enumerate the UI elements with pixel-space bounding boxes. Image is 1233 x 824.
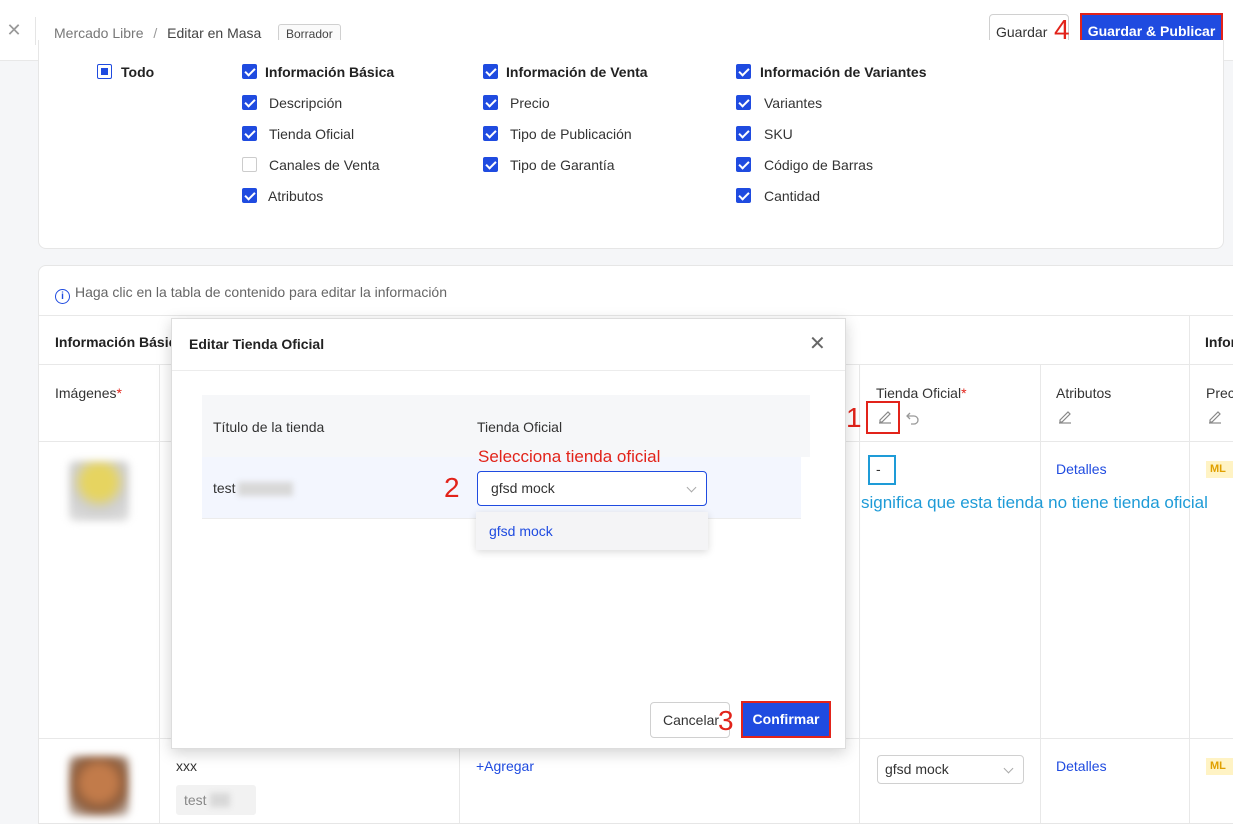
- checkbox-sku[interactable]: [736, 126, 751, 141]
- label-basic-info: Información Básica: [265, 64, 395, 80]
- breadcrumb: Mercado Libre / Editar en Masa: [54, 25, 261, 41]
- label-barcode: Código de Barras: [764, 157, 873, 173]
- blurred-text: [210, 793, 230, 807]
- hint-text: Haga clic en la tabla de contenido para …: [75, 284, 448, 300]
- column-divider: [1189, 315, 1190, 823]
- checkbox-description[interactable]: [242, 95, 257, 110]
- store-title: test: [213, 480, 236, 496]
- label-quantity: Cantidad: [764, 188, 821, 204]
- product-image[interactable]: [69, 461, 129, 521]
- breadcrumb-current: Editar en Masa: [167, 25, 262, 41]
- annotation-dash-box: [868, 455, 896, 485]
- label-listing-type: Tipo de Publicación: [510, 126, 632, 142]
- column-divider: [859, 364, 860, 823]
- label-attributes: Atributos: [268, 188, 324, 204]
- checkbox-sale-info[interactable]: [483, 64, 498, 79]
- checkbox-variant-info[interactable]: [736, 64, 751, 79]
- dropdown-option[interactable]: gfsd mock: [476, 512, 708, 550]
- product-image[interactable]: [69, 756, 129, 816]
- label-sku: SKU: [764, 126, 793, 142]
- product-title[interactable]: xxx: [176, 758, 197, 774]
- column-attributes: Atributos: [1056, 385, 1112, 401]
- label-official-store: Tienda Oficial: [269, 126, 355, 142]
- breadcrumb-root[interactable]: Mercado Libre: [54, 25, 144, 41]
- label-variants: Variantes: [764, 95, 823, 111]
- group-header-basic: Información Básica: [55, 334, 185, 350]
- chevron-down-icon: [1003, 763, 1014, 774]
- modal-title: Editar Tienda Oficial: [189, 336, 325, 352]
- store-tag-text: test: [184, 792, 207, 808]
- annotation-step-2: 2: [444, 472, 460, 503]
- column-divider: [1040, 364, 1041, 823]
- checkbox-barcode[interactable]: [736, 157, 751, 172]
- checkbox-listing-type[interactable]: [483, 126, 498, 141]
- add-link[interactable]: +Agregar: [476, 758, 534, 774]
- official-store-select-value: gfsd mock: [885, 761, 949, 777]
- details-link[interactable]: Detalles: [1056, 461, 1107, 477]
- checkbox-quantity[interactable]: [736, 188, 751, 203]
- chevron-down-icon: [686, 482, 697, 493]
- label-warranty-type: Tipo de Garantía: [510, 157, 615, 173]
- info-icon: i: [55, 289, 70, 304]
- official-store-select[interactable]: gfsd mock: [877, 755, 1024, 784]
- group-header-sale: Información de Venta: [1205, 334, 1233, 350]
- ml-tag: ML: [1206, 461, 1233, 478]
- label-variant-info: Información de Variantes: [760, 64, 927, 80]
- label-price: Precio: [510, 95, 550, 111]
- annotation-dash-note: significa que esta tienda no tiene tiend…: [861, 493, 1208, 512]
- official-store-select-value: gfsd mock: [491, 480, 555, 496]
- label-sale-info: Información de Venta: [506, 64, 648, 80]
- edit-pencil-icon[interactable]: [1057, 408, 1073, 424]
- checkbox-price[interactable]: [483, 95, 498, 110]
- annotation-highlight-box: [866, 401, 900, 434]
- ml-tag: ML: [1206, 758, 1233, 775]
- column-divider: [159, 364, 160, 823]
- store-tag: test: [176, 785, 256, 815]
- checkbox-attributes[interactable]: [242, 188, 257, 203]
- confirm-button[interactable]: Confirmar: [741, 701, 831, 738]
- annotation-select-hint: Selecciona tienda oficial: [478, 447, 661, 466]
- breadcrumb-separator: /: [153, 25, 158, 41]
- edit-official-store-modal: Editar Tienda Oficial ✕ Título de la tie…: [171, 318, 846, 749]
- label-sales-channels: Canales de Venta: [269, 157, 380, 173]
- checkbox-todo[interactable]: [97, 64, 112, 79]
- close-icon[interactable]: ✕: [6, 20, 22, 41]
- label-description: Descripción: [269, 95, 343, 111]
- blurred-text: [238, 482, 293, 496]
- close-icon[interactable]: ✕: [809, 334, 826, 354]
- divider: [39, 315, 1233, 316]
- undo-icon[interactable]: [905, 409, 921, 425]
- column-images: Imágenes*: [55, 385, 122, 401]
- column-price: Precio: [1206, 385, 1233, 401]
- checkbox-basic-info[interactable]: [242, 64, 257, 79]
- column-official-store: Tienda Oficial*: [876, 385, 967, 401]
- checkbox-sales-channels[interactable]: [242, 157, 257, 172]
- divider: [172, 370, 845, 371]
- checkbox-warranty-type[interactable]: [483, 157, 498, 172]
- label-todo: Todo: [121, 64, 155, 80]
- column-official-store: Tienda Oficial: [477, 419, 563, 435]
- annotation-step-3: 3: [718, 705, 734, 736]
- details-link[interactable]: Detalles: [1056, 758, 1107, 774]
- table-hint: i Haga clic en la tabla de contenido para…: [55, 284, 447, 304]
- annotation-step-1: 1: [846, 402, 862, 433]
- checkbox-official-store[interactable]: [242, 126, 257, 141]
- official-store-dropdown: gfsd mock: [476, 512, 708, 550]
- column-store-title: Título de la tienda: [213, 419, 325, 435]
- edit-pencil-icon[interactable]: [1207, 408, 1223, 424]
- divider: [35, 17, 36, 45]
- official-store-select[interactable]: gfsd mock: [477, 471, 707, 506]
- field-filter-panel: Todo Información Básica Descripción Tien…: [38, 40, 1224, 249]
- checkbox-variants[interactable]: [736, 95, 751, 110]
